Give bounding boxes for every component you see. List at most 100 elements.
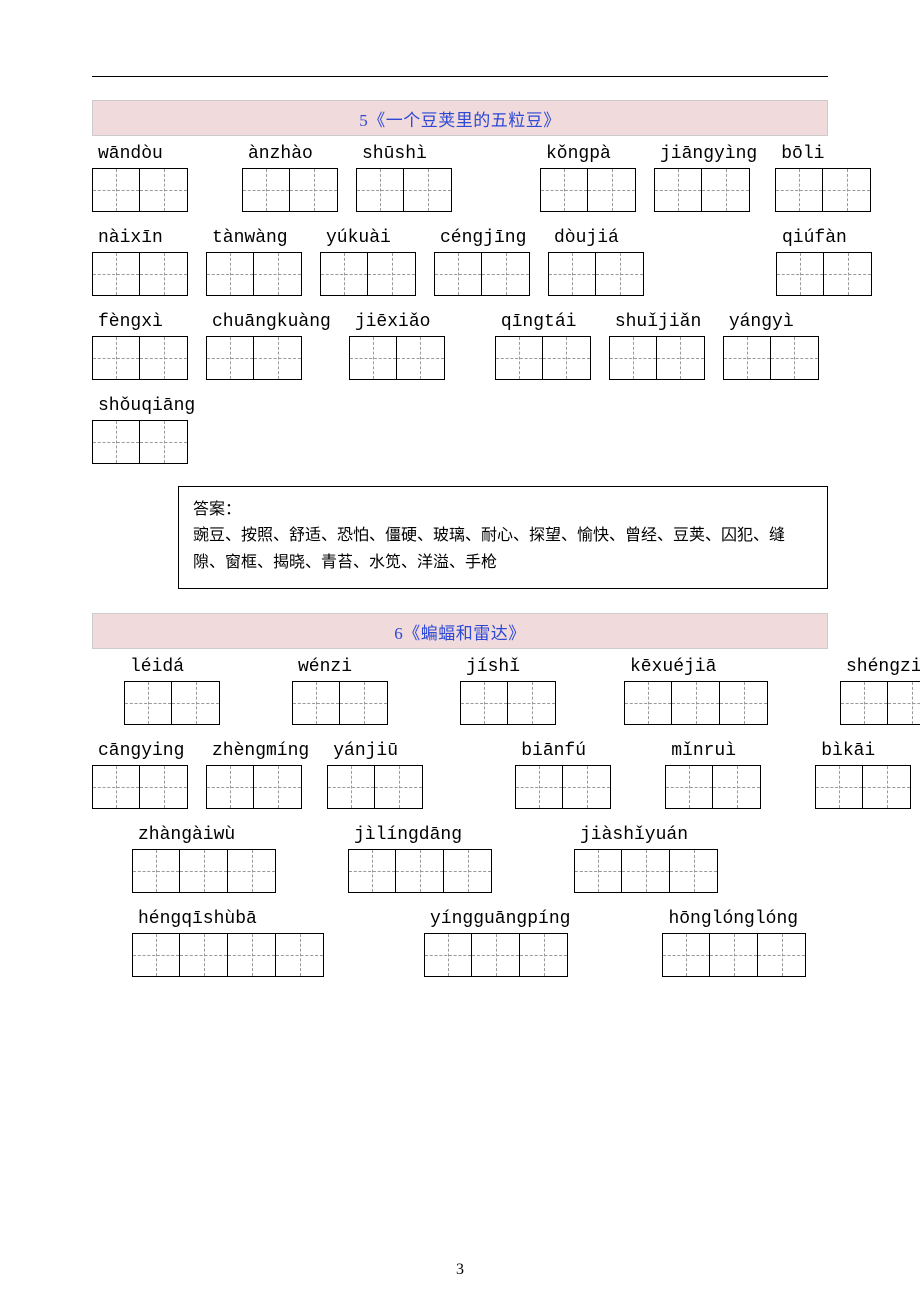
- char-cells: [349, 336, 445, 380]
- char-cell[interactable]: [723, 336, 771, 380]
- char-cell[interactable]: [520, 933, 568, 977]
- char-cell[interactable]: [713, 765, 761, 809]
- pinyin-label: kǒngpà: [540, 144, 636, 164]
- pinyin-label: léidá: [124, 657, 220, 677]
- char-cell[interactable]: [92, 168, 140, 212]
- char-cell[interactable]: [348, 849, 396, 893]
- char-cell[interactable]: [495, 336, 543, 380]
- char-cell[interactable]: [424, 933, 472, 977]
- section5-header: 5《一个豆荚里的五粒豆》: [92, 100, 828, 136]
- char-cell[interactable]: [710, 933, 758, 977]
- char-cells: [460, 681, 556, 725]
- char-cell[interactable]: [92, 336, 140, 380]
- char-cell[interactable]: [180, 933, 228, 977]
- char-cell[interactable]: [665, 765, 713, 809]
- char-cell[interactable]: [228, 849, 276, 893]
- char-cell[interactable]: [776, 252, 824, 296]
- char-cell[interactable]: [290, 168, 338, 212]
- char-cell[interactable]: [863, 765, 911, 809]
- char-cells: [206, 765, 309, 809]
- char-cell[interactable]: [654, 168, 702, 212]
- pinyin-word: bōli: [775, 144, 871, 212]
- pinyin-word: dòujiá: [548, 228, 644, 296]
- char-cell[interactable]: [206, 765, 254, 809]
- pinyin-label: jìlíngdāng: [348, 825, 492, 845]
- char-cell[interactable]: [132, 849, 180, 893]
- pinyin-word: yánjiū: [327, 741, 423, 809]
- char-cell[interactable]: [368, 252, 416, 296]
- char-cell[interactable]: [180, 849, 228, 893]
- pinyin-word: céngjīng: [434, 228, 530, 296]
- char-cell[interactable]: [327, 765, 375, 809]
- char-cell[interactable]: [840, 681, 888, 725]
- char-cells: [92, 765, 188, 809]
- char-cell[interactable]: [320, 252, 368, 296]
- char-cell[interactable]: [771, 336, 819, 380]
- section6-header: 6《蝙蝠和雷达》: [92, 613, 828, 649]
- char-cell[interactable]: [434, 252, 482, 296]
- char-cell[interactable]: [340, 681, 388, 725]
- char-cell[interactable]: [824, 252, 872, 296]
- char-cell[interactable]: [720, 681, 768, 725]
- char-cell[interactable]: [276, 933, 324, 977]
- char-cell[interactable]: [254, 252, 302, 296]
- char-cell[interactable]: [206, 252, 254, 296]
- char-cell[interactable]: [140, 252, 188, 296]
- char-cell[interactable]: [92, 252, 140, 296]
- char-cell[interactable]: [396, 849, 444, 893]
- char-cell[interactable]: [662, 933, 710, 977]
- char-cell[interactable]: [672, 681, 720, 725]
- char-cell[interactable]: [292, 681, 340, 725]
- char-cell[interactable]: [242, 168, 290, 212]
- char-cell[interactable]: [609, 336, 657, 380]
- char-cells: [624, 681, 768, 725]
- char-cell[interactable]: [758, 933, 806, 977]
- char-cell[interactable]: [404, 168, 452, 212]
- char-cell[interactable]: [888, 681, 920, 725]
- char-cell[interactable]: [254, 765, 302, 809]
- char-cell[interactable]: [228, 933, 276, 977]
- char-cell[interactable]: [588, 168, 636, 212]
- char-cell[interactable]: [563, 765, 611, 809]
- char-cell[interactable]: [815, 765, 863, 809]
- char-cell[interactable]: [823, 168, 871, 212]
- char-cell[interactable]: [775, 168, 823, 212]
- char-cell[interactable]: [596, 252, 644, 296]
- char-cell[interactable]: [670, 849, 718, 893]
- char-cell[interactable]: [356, 168, 404, 212]
- char-cell[interactable]: [140, 168, 188, 212]
- char-cell[interactable]: [349, 336, 397, 380]
- char-cell[interactable]: [482, 252, 530, 296]
- pinyin-label: céngjīng: [434, 228, 530, 248]
- char-cell[interactable]: [702, 168, 750, 212]
- char-cell[interactable]: [548, 252, 596, 296]
- char-cell[interactable]: [92, 420, 140, 464]
- char-cell[interactable]: [624, 681, 672, 725]
- char-cell[interactable]: [540, 168, 588, 212]
- char-cell[interactable]: [140, 336, 188, 380]
- char-cell[interactable]: [574, 849, 622, 893]
- pinyin-label: jíshǐ: [460, 657, 556, 677]
- char-cell[interactable]: [657, 336, 705, 380]
- char-cell[interactable]: [172, 681, 220, 725]
- word-row: zhàngàiwùjìlíngdāngjiàshǐyuán: [92, 825, 828, 893]
- char-cell[interactable]: [444, 849, 492, 893]
- pinyin-word: ànzhào: [242, 144, 338, 212]
- char-cells: [540, 168, 636, 212]
- char-cell[interactable]: [206, 336, 254, 380]
- char-cell[interactable]: [397, 336, 445, 380]
- char-cell[interactable]: [124, 681, 172, 725]
- pinyin-word: shūshì: [356, 144, 452, 212]
- char-cell[interactable]: [472, 933, 520, 977]
- char-cell[interactable]: [515, 765, 563, 809]
- char-cell[interactable]: [460, 681, 508, 725]
- char-cell[interactable]: [140, 420, 188, 464]
- char-cell[interactable]: [254, 336, 302, 380]
- char-cell[interactable]: [508, 681, 556, 725]
- char-cell[interactable]: [92, 765, 140, 809]
- char-cell[interactable]: [132, 933, 180, 977]
- char-cell[interactable]: [375, 765, 423, 809]
- char-cell[interactable]: [543, 336, 591, 380]
- char-cell[interactable]: [622, 849, 670, 893]
- char-cell[interactable]: [140, 765, 188, 809]
